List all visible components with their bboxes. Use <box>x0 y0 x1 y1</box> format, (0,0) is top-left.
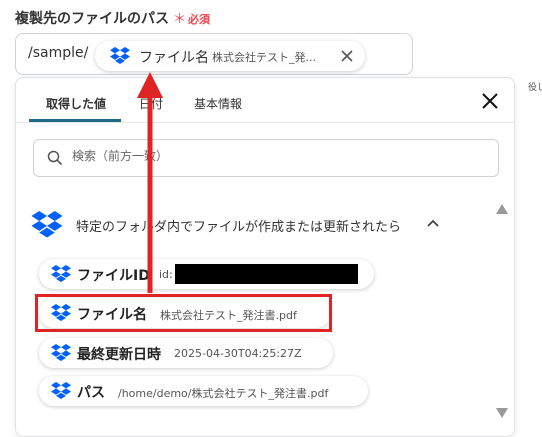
field-label: 複製先のファイルのパス ＊必須 <box>15 8 210 28</box>
item-name: ファイルID <box>77 268 150 284</box>
search-box[interactable] <box>33 139 499 177</box>
chevron-up-icon[interactable] <box>427 219 439 227</box>
variable-chip-value: 株式会社テスト_発... <box>212 51 316 64</box>
variable-picker-panel: 取得した値 日付 基本情報 特定のフォルダ内でファイルが作成または更新されたら … <box>15 77 515 437</box>
dropbox-icon <box>51 344 71 361</box>
dropbox-icon <box>51 265 71 282</box>
dropbox-icon <box>31 211 63 238</box>
list-item-last-modified[interactable]: 最終更新日時 2025-04-30T04:25:27Z <box>39 338 333 368</box>
item-name: 最終更新日時 <box>77 347 161 363</box>
path-prefix: /sample/ <box>28 45 89 61</box>
redaction-bar <box>175 264 358 284</box>
section-header[interactable]: 特定のフォルダ内でファイルが作成または更新されたら <box>31 209 451 239</box>
tab-acquired-values[interactable]: 取得した値 <box>46 95 106 112</box>
section-title: 特定のフォルダ内でファイルが作成または更新されたら <box>76 220 402 235</box>
field-label-text: 複製先のファイルのパス <box>15 11 169 27</box>
required-mark: ＊ <box>173 12 187 27</box>
annotation-highlight-box <box>35 294 332 332</box>
close-icon[interactable] <box>339 48 355 64</box>
item-value: id: <box>159 268 173 281</box>
item-name: パス <box>77 385 105 401</box>
variable-chip[interactable]: ファイル名 株式会社テスト_発... <box>95 41 365 71</box>
item-value: 2025-04-30T04:25:27Z <box>174 347 302 360</box>
list-item-file-id[interactable]: ファイルID id: <box>39 259 374 289</box>
scroll-up-icon[interactable] <box>496 204 508 214</box>
close-icon[interactable] <box>481 92 499 110</box>
tab-date[interactable]: 日付 <box>139 95 163 112</box>
item-value: /home/demo/株式会社テスト_発注書.pdf <box>118 387 329 400</box>
required-text: 必須 <box>188 13 211 26</box>
search-icon <box>47 150 63 166</box>
tab-divider <box>16 122 514 123</box>
list-item-path[interactable]: パス /home/demo/株式会社テスト_発注書.pdf <box>39 376 368 406</box>
scroll-down-icon[interactable] <box>496 408 508 418</box>
clipped-side-text: 役して <box>528 83 542 93</box>
search-input[interactable] <box>70 148 474 164</box>
variable-chip-name: ファイル名 <box>139 50 209 66</box>
dropbox-icon <box>110 47 130 64</box>
dropbox-icon <box>51 382 71 399</box>
tab-basic-info[interactable]: 基本情報 <box>194 95 242 112</box>
